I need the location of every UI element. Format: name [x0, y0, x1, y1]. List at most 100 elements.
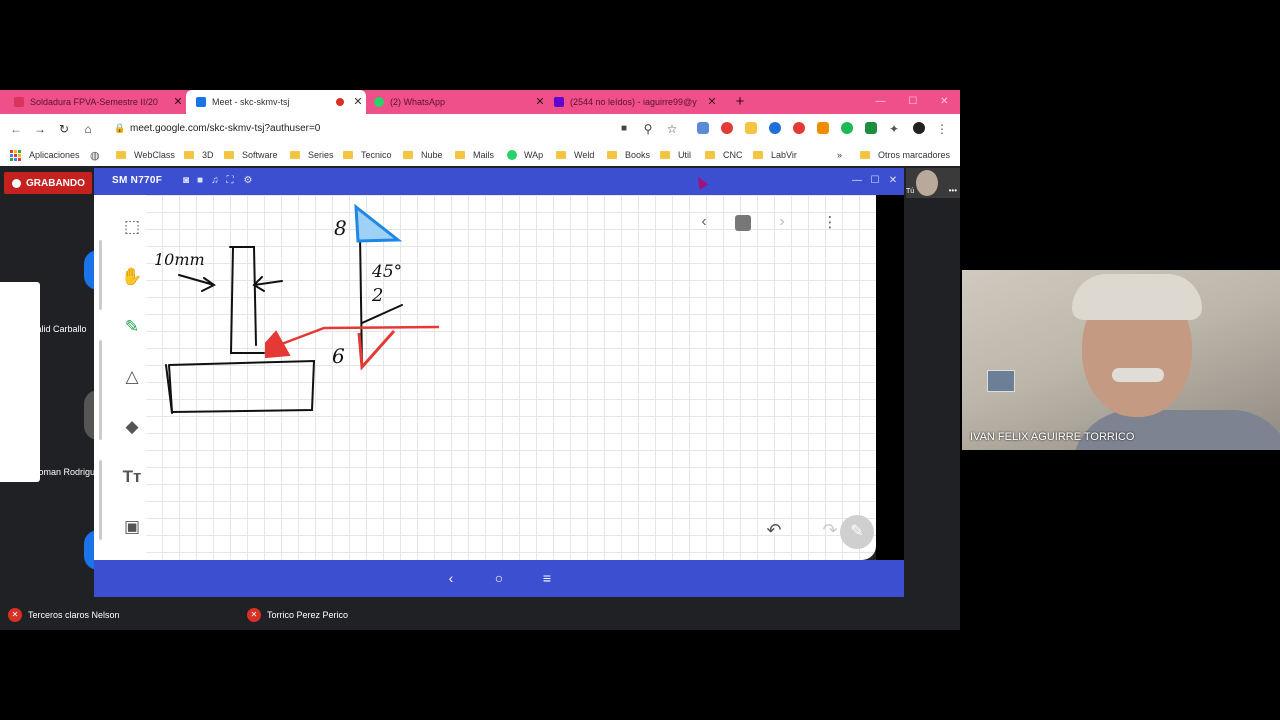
recording-label: GRABANDO	[26, 177, 85, 189]
whiteboard-drawing: 10mm 8 45° 2 6	[154, 203, 440, 414]
new-tab-button[interactable]: +	[732, 90, 748, 114]
bookmark-label: 3D	[202, 150, 214, 160]
bookmark-nube[interactable]: Nube	[403, 144, 443, 166]
settings-gear-icon[interactable]: ⚙	[242, 174, 254, 188]
whatsapp-icon	[507, 150, 517, 160]
fullscreen-icon[interactable]: ⛶	[224, 174, 236, 188]
zoom-icon[interactable]: ⚲	[640, 120, 656, 138]
close-tab-icon[interactable]: ✕	[350, 90, 366, 114]
back-icon[interactable]: ←	[8, 120, 24, 138]
extension-power-icon[interactable]	[793, 122, 805, 134]
bookmark-cnc[interactable]: CNC	[705, 144, 743, 166]
globe-icon: ◍	[90, 149, 100, 162]
annotation-angle: 45°	[371, 262, 402, 282]
home-icon[interactable]: ⌂	[80, 120, 96, 138]
close-icon[interactable]: ✕	[887, 174, 899, 188]
bookmark-util[interactable]: Util	[660, 144, 691, 166]
headphones-icon[interactable]: ♫	[209, 174, 221, 188]
close-tab-icon[interactable]: ✕	[532, 90, 548, 114]
close-tab-icon[interactable]: ✕	[170, 90, 186, 114]
speaker-shirt	[1072, 410, 1280, 450]
extension-z-icon[interactable]	[745, 122, 757, 134]
self-view-thumbnail[interactable]: Tú •••	[906, 168, 960, 198]
tab-soldadura[interactable]: Soldadura FPVA-Semestre II/20 ✕	[0, 90, 186, 114]
bookmark-label: CNC	[723, 150, 743, 160]
close-window-icon[interactable]: ✕	[940, 90, 948, 114]
extension-puzzle-color-icon[interactable]	[817, 122, 829, 134]
folder-icon	[556, 151, 566, 159]
close-tab-icon[interactable]: ✕	[704, 90, 720, 114]
tab-title: (2) WhatsApp	[390, 97, 446, 107]
bookmark-globe[interactable]: ◍	[90, 144, 100, 166]
android-recents-icon[interactable]: ≡	[537, 568, 557, 588]
camera-icon[interactable]: ■	[616, 120, 632, 138]
annotation-thickness: 10mm	[154, 250, 205, 269]
bookmark-labvir[interactable]: LabVir	[753, 144, 797, 166]
bookmark-weld[interactable]: Weld	[556, 144, 594, 166]
extensions-puzzle-icon[interactable]: ✦	[886, 120, 902, 138]
screenshot-icon[interactable]: ◙	[180, 174, 192, 188]
tab-meet[interactable]: Meet - skc-skmv-tsj ✕	[186, 90, 366, 114]
profile-avatar-icon[interactable]	[913, 122, 925, 134]
minimize-icon[interactable]: —	[851, 174, 863, 188]
participant-name: Terceros claros Nelson	[28, 610, 120, 620]
tab-yahoo-mail[interactable]: (2544 no leídos) - iaguirre99@y ✕	[548, 90, 720, 114]
meet-favicon-icon	[196, 97, 206, 107]
tab-title: Meet - skc-skmv-tsj	[212, 97, 290, 107]
forward-icon[interactable]: →	[32, 120, 48, 138]
browser-tab-bar: Soldadura FPVA-Semestre II/20 ✕ Meet - s…	[0, 90, 960, 114]
minimize-icon[interactable]: —	[875, 90, 885, 114]
reload-icon[interactable]: ↻	[56, 120, 72, 138]
bookmark-star-icon[interactable]: ☆	[664, 120, 680, 138]
bookmark-series[interactable]: Series	[290, 144, 334, 166]
bookmark-overflow-button[interactable]: »	[837, 144, 842, 166]
extension-drive-icon[interactable]	[769, 122, 781, 134]
tab-whatsapp[interactable]: (2) WhatsApp ✕	[368, 90, 548, 114]
folder-icon	[343, 151, 353, 159]
bookmark-label: Nube	[421, 150, 443, 160]
more-options-icon[interactable]: •••	[949, 186, 957, 195]
folder-icon	[116, 151, 126, 159]
participant-tile-label: ✕ Torrico Perez Perico	[247, 608, 348, 622]
recording-badge: GRABANDO	[4, 172, 92, 194]
vertical-plate-top	[229, 246, 257, 346]
bookmark-label: Tecnico	[361, 150, 392, 160]
bookmark-label: Weld	[574, 150, 595, 160]
mic-off-icon: ✕	[247, 608, 261, 622]
menu-kebab-icon[interactable]: ⋮	[934, 120, 950, 138]
android-home-icon[interactable]: ○	[489, 568, 509, 588]
bookmark-wap[interactable]: WAp	[507, 144, 543, 166]
bookmark-label: Mails	[473, 150, 495, 160]
folder-icon	[753, 151, 763, 159]
maximize-icon[interactable]: ☐	[908, 90, 917, 114]
bookmarks-bar: Aplicaciones ◍ WebClass 3D Software Seri…	[0, 144, 960, 167]
bookmark-webclass[interactable]: WebClass	[116, 144, 175, 166]
folder-icon	[860, 151, 870, 159]
participant-name: Roman Rodrigu	[32, 467, 96, 477]
bookmark-books[interactable]: Books	[607, 144, 650, 166]
video-record-icon[interactable]: ■	[194, 174, 206, 188]
bookmark-mails[interactable]: Mails	[455, 144, 494, 166]
maximize-icon[interactable]: ☐	[869, 174, 881, 188]
speaker-video	[962, 270, 1280, 450]
bookmark-label: Software	[242, 150, 278, 160]
extension-screenshot-icon[interactable]	[697, 122, 709, 134]
bookmark-otros[interactable]: Otros marcadores	[860, 144, 950, 166]
bookmark-3d[interactable]: 3D	[184, 144, 214, 166]
recording-indicator-icon	[336, 98, 344, 106]
bookmark-software[interactable]: Software	[224, 144, 278, 166]
tab-title: Soldadura FPVA-Semestre II/20	[30, 97, 158, 107]
extension-sheets-icon[interactable]	[865, 122, 877, 134]
bookmark-apps[interactable]: Aplicaciones	[10, 144, 80, 166]
extension-record-icon[interactable]	[721, 122, 733, 134]
classroom-favicon-icon	[14, 97, 24, 107]
url-text[interactable]: meet.google.com/skc-skmv-tsj?authuser=0	[130, 121, 320, 137]
bookmark-tecnico[interactable]: Tecnico	[343, 144, 392, 166]
tab-title: (2544 no leídos) - iaguirre99@y	[570, 97, 697, 107]
android-back-icon[interactable]: ‹	[441, 568, 461, 588]
extension-check-icon[interactable]	[841, 122, 853, 134]
folder-icon	[184, 151, 194, 159]
participants-popup	[0, 282, 40, 482]
annotation-gap: 2	[371, 285, 383, 306]
mic-off-icon: ✕	[8, 608, 22, 622]
